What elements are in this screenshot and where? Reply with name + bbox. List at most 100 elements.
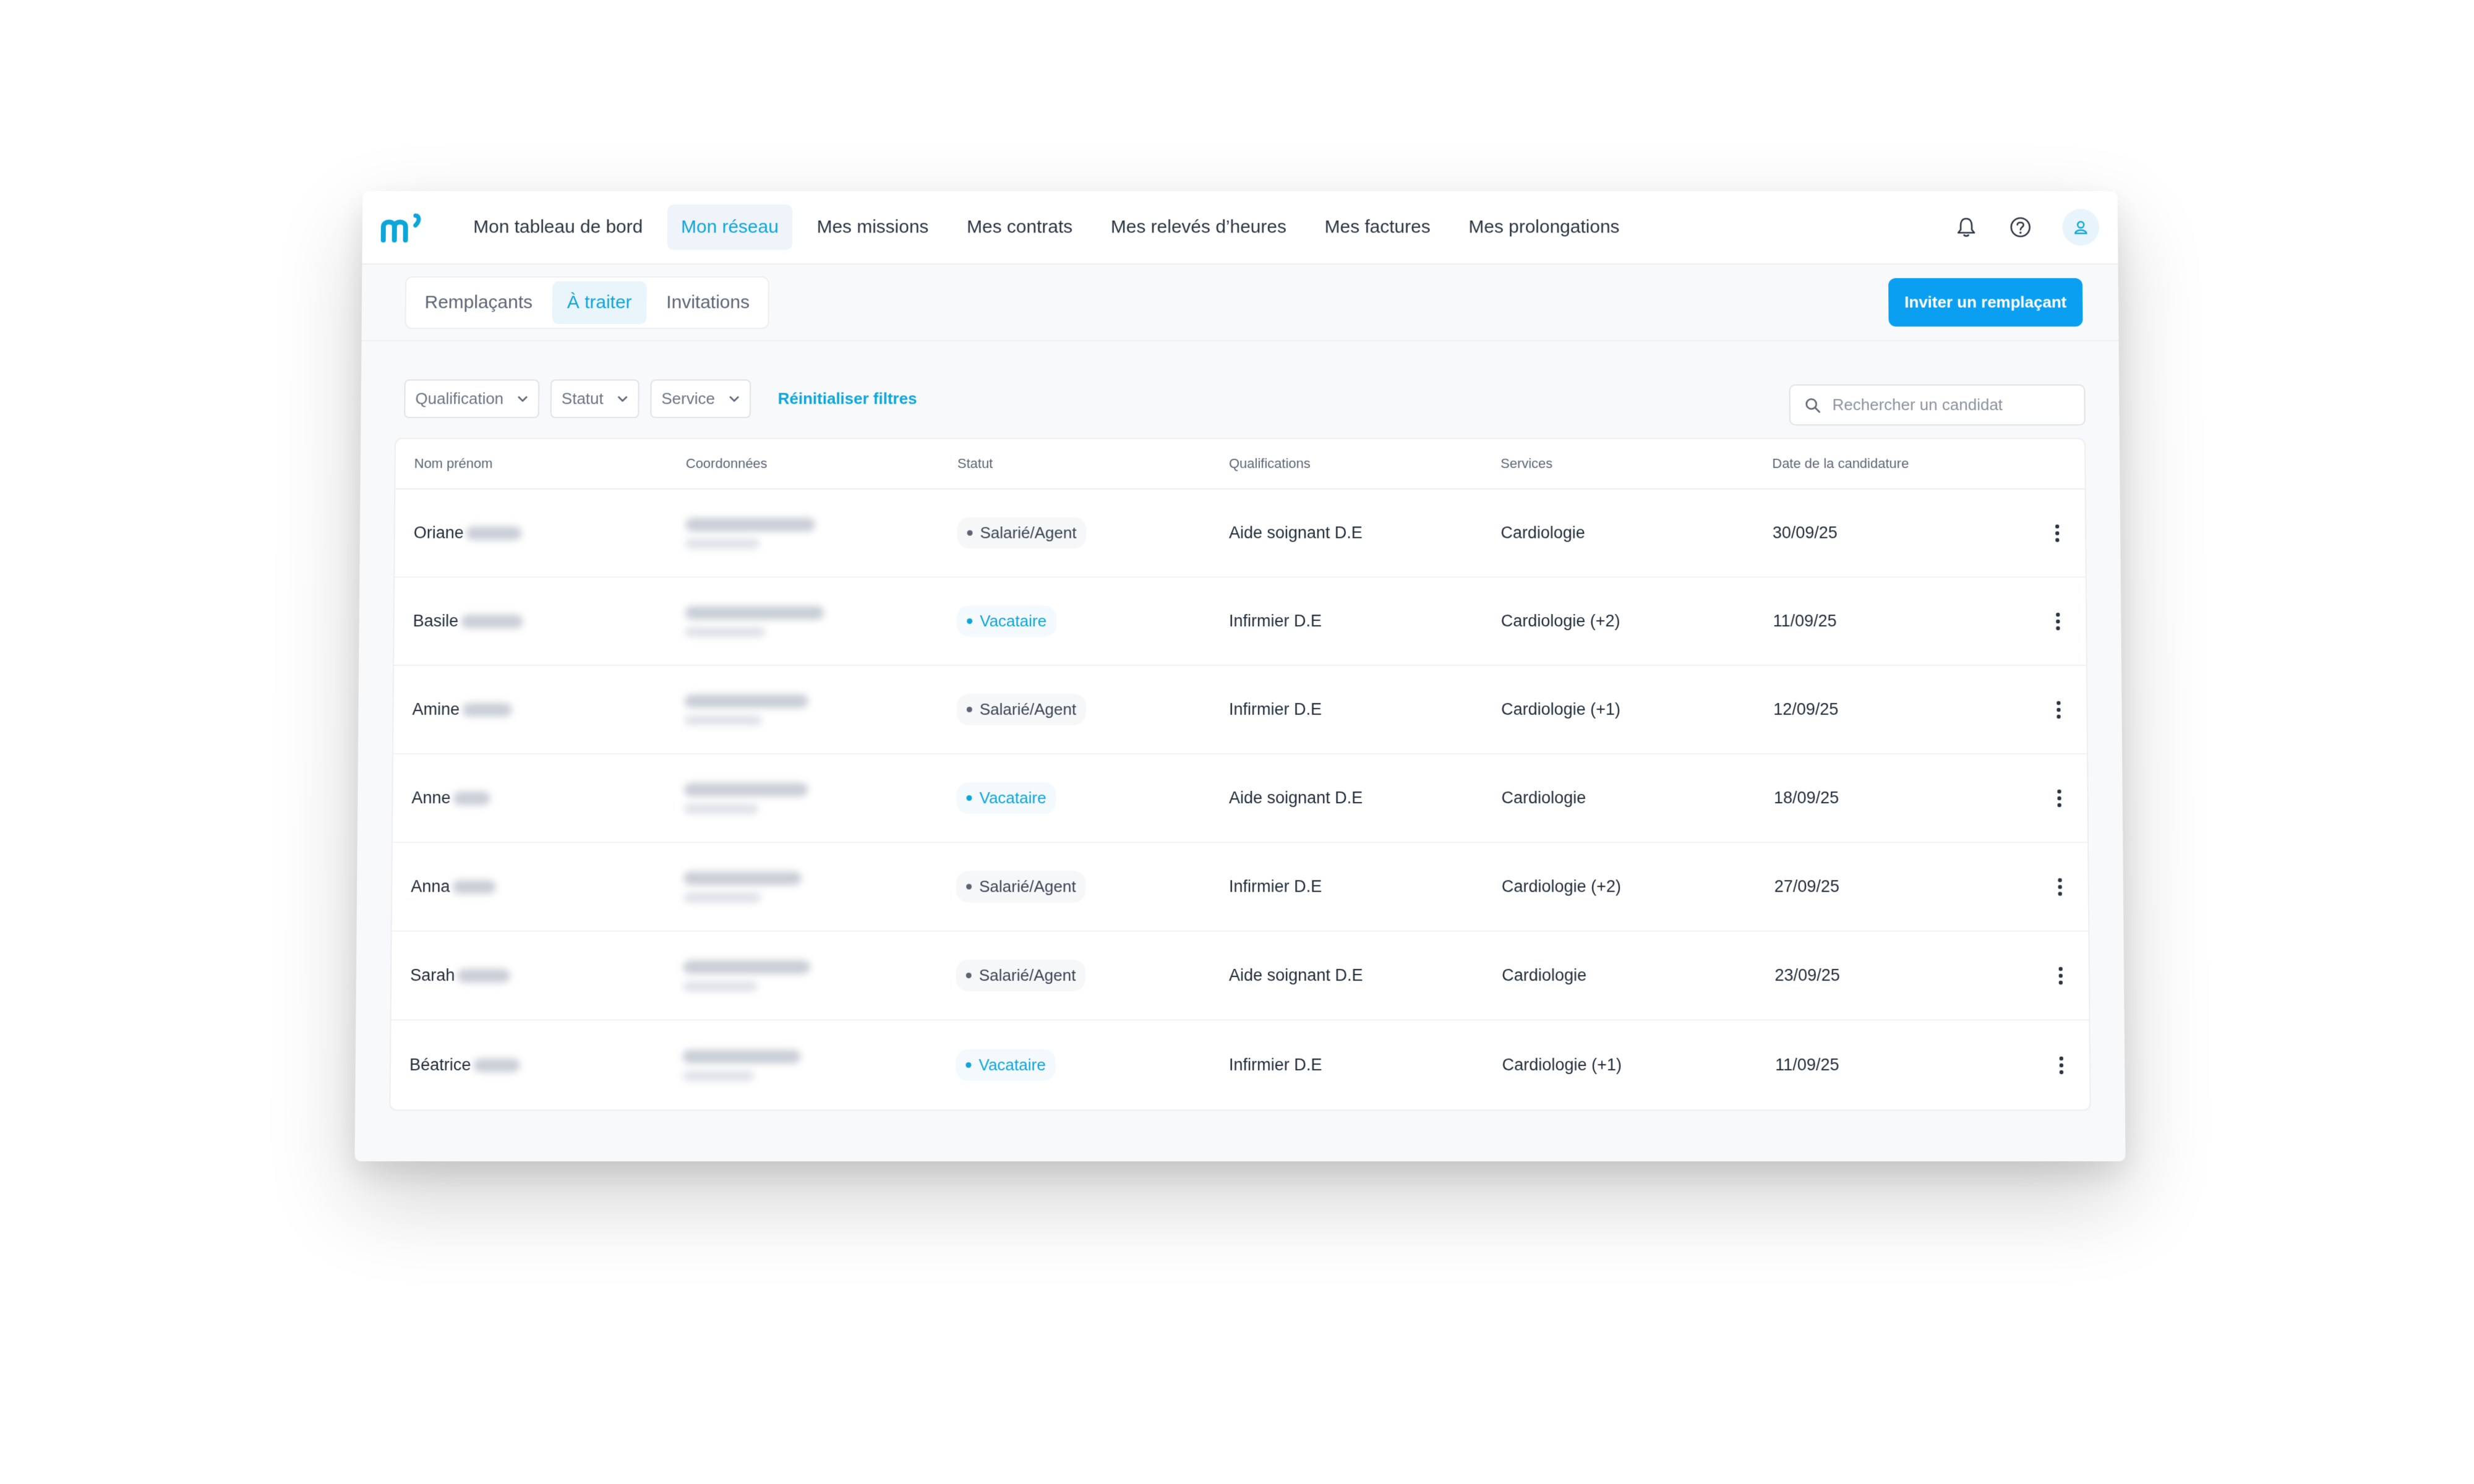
search-input[interactable]: Rechercher un candidat [1832, 395, 2003, 414]
tab[interactable]: Remplaçants [409, 281, 547, 323]
candidate-name: Béatrice [409, 1055, 683, 1075]
column-header: Coordonnées [685, 455, 768, 471]
date-cell: 30/09/25 [1772, 523, 1838, 542]
column-header: Nom prénom [414, 455, 493, 471]
redacted-last-name [452, 879, 496, 894]
top-navigation: Mon tableau de bord Mon réseau Mes mission… [362, 191, 2118, 265]
redacted-phone [683, 892, 761, 903]
status-label: Salarié/Agent [979, 877, 1076, 896]
status-badge: Salarié/Agent [956, 959, 1086, 992]
column-header: Statut [957, 455, 993, 471]
table-row[interactable]: Basile Vacataire Infirmier D.E Cardiologie … [394, 578, 2086, 667]
qualification-filter-label: Qualification [415, 389, 504, 408]
contact-info [684, 694, 957, 725]
table-row[interactable]: Amine Salarié/Agent Infirmier D.E Cardiolog… [393, 666, 2087, 755]
redacted-email [683, 960, 811, 974]
nav-item[interactable]: Mes missions [803, 205, 942, 250]
tab[interactable]: Invitations [651, 281, 764, 323]
date-cell: 27/09/25 [1774, 877, 1840, 896]
contact-info [682, 1049, 956, 1081]
status-dot [966, 706, 972, 712]
user-icon[interactable] [2062, 208, 2100, 246]
table-row[interactable]: Anne Vacataire Aide soignant D.E Cardiologi… [392, 754, 2088, 843]
tab-group: Remplaçants À traiter Invitations [404, 276, 770, 329]
nav-item[interactable]: Mon réseau [667, 204, 792, 250]
qualification-cell: Infirmier D.E [1228, 1055, 1322, 1075]
redacted-last-name [473, 1058, 520, 1072]
invite-button[interactable]: Inviter un remplaçant [1888, 278, 2083, 327]
nav-item[interactable]: Mes contrats [953, 205, 1086, 250]
more-options-icon[interactable] [2052, 963, 2070, 987]
sub-toolbar: Remplaçants À traiter Invitations Inviter … [361, 264, 2119, 342]
table-row[interactable]: Béatrice Vacataire Infirmier D.E Cardiologi… [390, 1020, 2089, 1109]
table-header: Nom prénom Coordonnées Statut Qualification… [395, 439, 2085, 490]
redacted-last-name [462, 702, 512, 717]
qualification-filter[interactable]: Qualification [404, 379, 540, 419]
logo[interactable] [380, 209, 429, 245]
chevron-down-icon [729, 395, 740, 403]
first-name: Oriane [413, 523, 464, 542]
chevron-down-icon [617, 395, 628, 403]
contact-info [685, 518, 957, 548]
redacted-phone [684, 715, 762, 725]
candidate-name: Anne [411, 788, 684, 808]
service-filter[interactable]: Service [650, 379, 751, 419]
status-dot [965, 1062, 972, 1068]
service-cell: Cardiologie (+1) [1502, 1055, 1622, 1075]
service-cell: Cardiologie [1501, 788, 1586, 808]
redacted-email [682, 1049, 801, 1064]
search-icon [1804, 396, 1821, 414]
bell-icon[interactable] [1954, 215, 1979, 240]
status-label: Vacataire [979, 788, 1047, 808]
date-cell: 12/09/25 [1773, 699, 1839, 719]
status-badge: Salarié/Agent [956, 693, 1087, 725]
contact-info [685, 605, 957, 637]
redacted-email [683, 782, 808, 796]
table-row[interactable]: Oriane Salarié/Agent Aide soignant D.E Card… [395, 489, 2086, 578]
column-header: Date de la candidature [1772, 455, 1909, 471]
date-cell: 11/09/25 [1773, 612, 1837, 631]
reset-filters-link[interactable]: Réinitialiser filtres [778, 390, 917, 409]
candidate-name: Anna [411, 877, 683, 896]
nav-item[interactable]: Mes prolongations [1455, 205, 1633, 250]
contact-info [683, 960, 956, 991]
first-name: Anna [411, 877, 450, 896]
status-badge: Salarié/Agent [956, 871, 1086, 903]
more-options-icon[interactable] [2049, 697, 2068, 722]
redacted-email [685, 518, 816, 531]
column-header: Qualifications [1229, 455, 1311, 471]
statut-filter[interactable]: Statut [550, 379, 640, 419]
search-field[interactable]: Rechercher un candidat [1789, 384, 2086, 426]
table-row[interactable]: Anna Salarié/Agent Infirmier D.E Cardiologi… [392, 843, 2089, 932]
more-options-icon[interactable] [2052, 1052, 2071, 1077]
qualification-cell: Infirmier D.E [1229, 612, 1322, 631]
nav-item[interactable]: Mes factures [1311, 205, 1444, 250]
column-header: Services [1500, 455, 1553, 471]
more-options-icon[interactable] [2048, 609, 2067, 634]
help-icon[interactable] [2008, 215, 2033, 240]
date-cell: 23/09/25 [1774, 966, 1840, 985]
qualification-cell: Infirmier D.E [1228, 877, 1322, 896]
status-dot [965, 973, 972, 979]
table-row[interactable]: Sarah Salarié/Agent Aide soignant D.E Cardi… [391, 931, 2089, 1021]
redacted-email [683, 871, 802, 885]
contact-info [683, 782, 957, 814]
status-badge: Vacataire [956, 782, 1056, 814]
more-options-icon[interactable] [2048, 521, 2066, 545]
redacted-last-name [457, 968, 510, 983]
service-cell: Cardiologie [1500, 523, 1585, 542]
candidate-name: Sarah [410, 966, 683, 985]
candidate-name: Amine [412, 700, 684, 719]
nav-item[interactable]: Mon tableau de bord [460, 205, 656, 250]
status-label: Salarié/Agent [979, 699, 1077, 719]
redacted-email [684, 694, 808, 708]
nav-item[interactable]: Mes relevés d’heures [1097, 205, 1300, 250]
candidates-table: Nom prénom Coordonnées Statut Qualification… [389, 438, 2091, 1111]
more-options-icon[interactable] [2050, 786, 2068, 811]
more-options-icon[interactable] [2050, 874, 2069, 899]
status-dot [966, 884, 972, 890]
first-name: Béatrice [409, 1055, 471, 1075]
redacted-last-name [461, 614, 523, 628]
service-cell: Cardiologie (+2) [1501, 877, 1622, 896]
tab[interactable]: À traiter [552, 281, 647, 324]
